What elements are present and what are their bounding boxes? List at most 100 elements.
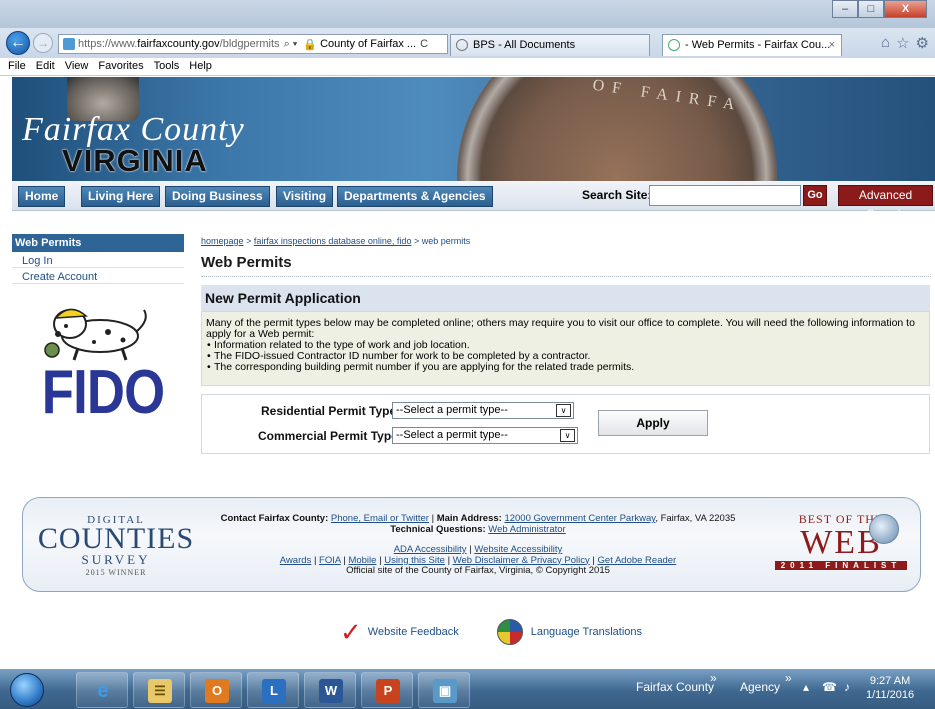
folder-icon: ☰ <box>148 679 172 703</box>
adobe-reader-link[interactable]: Get Adobe Reader <box>598 555 677 566</box>
menu-tools[interactable]: Tools <box>149 58 185 75</box>
chevron-right-icon[interactable]: » <box>785 671 792 685</box>
system-clock[interactable]: 9:27 AM 1/11/2016 <box>866 674 914 702</box>
lync-icon: L <box>262 679 286 703</box>
web-administrator-link[interactable]: Web Administrator <box>488 524 565 535</box>
url-prefix: https://www. <box>78 38 138 50</box>
section-title: New Permit Application <box>201 285 930 311</box>
photo-viewer-icon: ▣ <box>433 679 457 703</box>
taskbar-toolbar-agency[interactable]: Agency <box>740 680 780 694</box>
internet-explorer-icon: e <box>97 680 109 702</box>
nav-doing-business[interactable]: Doing Business <box>165 186 270 207</box>
nav-home[interactable]: Home <box>18 186 66 207</box>
link-separator: | <box>447 554 451 566</box>
breadcrumb: homepage > fairfax inspections database … <box>201 236 470 246</box>
search-go-button[interactable]: Go <box>803 185 827 206</box>
mobile-link[interactable]: Mobile <box>348 555 376 566</box>
disclaimer-privacy-link[interactable]: Web Disclaimer & Privacy Policy <box>453 555 590 566</box>
breadcrumb-fido[interactable]: fairfax inspections database online, fid… <box>254 236 412 246</box>
language-translations-link[interactable]: Language Translations <box>531 626 642 638</box>
menu-favorites[interactable]: Favorites <box>93 58 148 75</box>
tab-close-icon[interactable]: × <box>829 35 835 55</box>
menu-edit[interactable]: Edit <box>31 58 60 75</box>
intro-text: Many of the permit types below may be co… <box>206 317 915 340</box>
footer-extra-links: ✓ Website Feedback Language Translations <box>340 619 642 645</box>
link-separator: | <box>469 544 472 555</box>
list-item: The corresponding building permit number… <box>206 362 925 374</box>
main-address-link[interactable]: 12000 Government Center Parkway <box>504 513 655 524</box>
advanced-search-button[interactable]: Advanced Search <box>838 185 933 221</box>
menu-view[interactable]: View <box>60 58 94 75</box>
site-logo-subtitle: VIRGINIA <box>62 143 208 178</box>
residential-permit-select[interactable]: --Select a permit type-- ∨ <box>392 402 574 419</box>
title-divider <box>201 276 931 277</box>
back-button[interactable]: ← <box>6 31 30 55</box>
lock-icon: 🔒 <box>303 38 318 51</box>
taskbar-photo-viewer[interactable]: ▣ <box>418 672 470 708</box>
website-accessibility-link[interactable]: Website Accessibility <box>474 544 562 555</box>
ada-accessibility-link[interactable]: ADA Accessibility <box>394 544 467 555</box>
site-identity[interactable]: County of Fairfax ... <box>320 38 416 50</box>
tab-web-permits[interactable]: - Web Permits - Fairfax Cou... × <box>662 34 842 56</box>
tech-questions-label: Technical Questions: <box>390 523 486 535</box>
nav-departments-agencies[interactable]: Departments & Agencies <box>337 186 493 207</box>
taskbar-powerpoint[interactable]: P <box>361 672 413 708</box>
nav-visiting[interactable]: Visiting <box>276 186 334 207</box>
forward-button[interactable]: → <box>33 33 53 53</box>
contact-link[interactable]: Phone, Email or Twitter <box>331 513 429 524</box>
url-domain: fairfaxcounty.gov <box>137 38 220 50</box>
volume-icon[interactable]: ♪ <box>844 680 850 694</box>
apply-button[interactable]: Apply <box>598 410 708 436</box>
star-icon[interactable]: ☆ <box>896 34 909 52</box>
taskbar-word[interactable]: W <box>304 672 356 708</box>
address-row: ← → https://www. fairfaxcounty.gov /bldg… <box>0 28 935 58</box>
taskbar-file-explorer[interactable]: ☰ <box>133 672 185 708</box>
breadcrumb-homepage[interactable]: homepage <box>201 236 244 246</box>
chevron-right-icon[interactable]: » <box>710 671 717 685</box>
link-separator: | <box>313 554 317 566</box>
residential-permit-label: Residential Permit Type <box>261 404 397 418</box>
start-button[interactable] <box>10 673 44 707</box>
close-window-button[interactable]: X <box>884 0 927 18</box>
sidebar-link-log-in[interactable]: Log In <box>12 252 184 268</box>
tab-bps-documents[interactable]: BPS - All Documents <box>450 34 650 56</box>
home-icon[interactable]: ⌂ <box>881 34 890 52</box>
website-feedback-link[interactable]: Website Feedback <box>368 626 459 638</box>
tray-up-arrow-icon[interactable]: ▴ <box>803 680 809 694</box>
network-icon[interactable]: ☎ <box>822 680 837 694</box>
breadcrumb-separator: > <box>246 236 252 246</box>
gear-icon[interactable]: ⚙ <box>916 34 929 52</box>
maximize-button[interactable]: □ <box>858 0 884 18</box>
link-separator: | <box>431 513 435 524</box>
search-dropdown-icon[interactable]: ⌕ ▾ <box>284 38 298 51</box>
footer-contact: Contact Fairfax County: Phone, Email or … <box>208 513 748 577</box>
foia-link[interactable]: FOIA <box>319 555 341 566</box>
bow-line3: 2011 FINALIST <box>775 561 907 570</box>
site-favicon-icon <box>63 38 75 50</box>
taskbar-internet-explorer[interactable]: e <box>76 672 128 708</box>
minimize-button[interactable]: – <box>832 0 858 18</box>
taskbar-lync[interactable]: L <box>247 672 299 708</box>
tab-title: - Web Permits - Fairfax Cou... <box>685 39 831 51</box>
search-input[interactable] <box>649 185 801 206</box>
window-controls: – □ X <box>832 0 927 18</box>
menu-help[interactable]: Help <box>184 58 217 75</box>
sidebar-link-create-account[interactable]: Create Account <box>12 268 184 284</box>
commercial-permit-select[interactable]: --Select a permit type-- ∨ <box>392 427 578 444</box>
menu-file[interactable]: File <box>3 58 31 75</box>
permit-form: Residential Permit Type --Select a permi… <box>201 394 930 454</box>
taskbar-outlook[interactable]: O <box>190 672 242 708</box>
awards-link[interactable]: Awards <box>280 555 312 566</box>
address-bar[interactable]: https://www. fairfaxcounty.gov /bldgperm… <box>58 34 448 54</box>
clock-time: 9:27 AM <box>869 675 911 687</box>
windows-taskbar: e ☰ O L W P ▣ Fairfax County » Agency » … <box>0 669 935 709</box>
sidebar-header[interactable]: Web Permits <box>12 234 184 252</box>
breadcrumb-separator: > <box>413 236 420 246</box>
main-address-label: Main Address: <box>436 513 502 524</box>
nav-living-here[interactable]: Living Here <box>81 186 161 207</box>
taskbar-toolbar-fairfax-county[interactable]: Fairfax County <box>636 680 714 694</box>
digital-counties-survey-logo[interactable]: DIGITAL COUNTIES SURVEY 2015 WINNER <box>31 514 201 577</box>
link-separator: | <box>343 554 346 566</box>
using-this-site-link[interactable]: Using this Site <box>384 555 445 566</box>
refresh-icon[interactable]: C <box>420 38 428 50</box>
